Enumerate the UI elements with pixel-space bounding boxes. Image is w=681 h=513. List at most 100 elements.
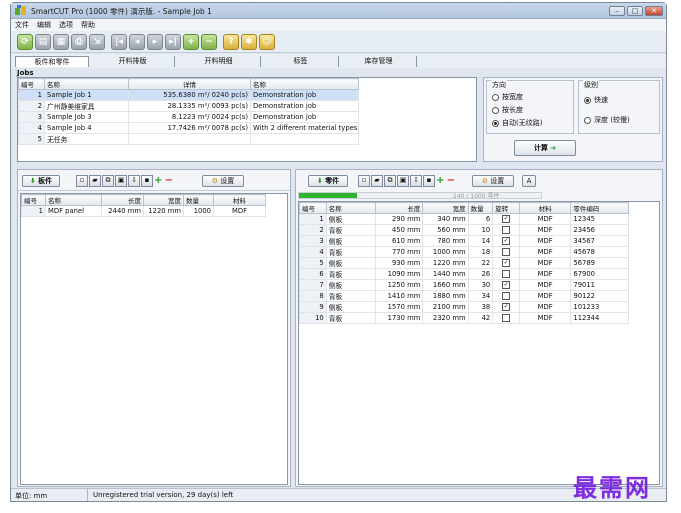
parts-col-id[interactable]: 编号 bbox=[299, 202, 327, 214]
save-disk-icon[interactable]: ▪ bbox=[423, 175, 435, 187]
checkbox-checked-icon[interactable]: ✓ bbox=[502, 215, 511, 223]
table-row[interactable]: 6 背板 1090 mm 1440 mm 26 MDF 67900 bbox=[299, 268, 629, 280]
minimize-button[interactable]: – bbox=[609, 6, 625, 16]
parts-col-code[interactable]: 零件编码 bbox=[570, 202, 629, 214]
tools-icon[interactable]: ✱ bbox=[241, 34, 257, 50]
import-icon[interactable]: ⇩ bbox=[128, 175, 140, 187]
menu-help[interactable]: 帮助 bbox=[81, 20, 95, 30]
new-job-icon[interactable]: ⟳ bbox=[17, 34, 33, 50]
paste-icon[interactable]: ▣ bbox=[397, 175, 409, 187]
add-icon[interactable]: + bbox=[436, 175, 444, 186]
boards-panel: ⬇ 板件 ▫ ▰ ⧉ ▣ ⇩ ▪ + − ⚙ 设置 编号 名称 长度 宽度 数量 材料 1M… bbox=[17, 169, 291, 487]
table-row[interactable]: 2 背板 450 mm 560 mm 10 MDF 23456 bbox=[299, 224, 629, 236]
direction-option-width[interactable]: 按宽度 bbox=[492, 92, 523, 102]
parts-col-length[interactable]: 长度 bbox=[375, 202, 424, 214]
watermark-logo: 最需网 bbox=[573, 474, 651, 502]
boards-col-qty[interactable]: 数量 bbox=[183, 194, 214, 206]
open-folder-icon[interactable]: ▰ bbox=[371, 175, 383, 187]
parts-header-button[interactable]: ⬇ 零件 bbox=[308, 175, 348, 187]
new-doc-icon[interactable]: ▫ bbox=[76, 175, 88, 187]
info-icon[interactable]: ☺ bbox=[259, 34, 275, 50]
menu-file[interactable]: 文件 bbox=[15, 20, 29, 30]
save-icon[interactable]: ▦ bbox=[53, 34, 69, 50]
tab-inventory[interactable]: 库存管理 bbox=[341, 56, 417, 67]
tab-boards-parts[interactable]: 板件和零件 bbox=[15, 56, 89, 67]
font-button[interactable]: A bbox=[522, 175, 536, 187]
boards-col-id[interactable]: 编号 bbox=[21, 194, 46, 206]
copy-icon[interactable]: ⧉ bbox=[384, 175, 396, 187]
delete-record-icon[interactable]: − bbox=[201, 34, 217, 50]
table-row[interactable]: 7 侧板 1250 mm 1660 mm 30 ✓ MDF 79011 bbox=[299, 279, 629, 291]
paste-icon[interactable]: ▣ bbox=[115, 175, 127, 187]
direction-option-length[interactable]: 按长度 bbox=[492, 105, 523, 115]
boards-col-width[interactable]: 宽度 bbox=[143, 194, 184, 206]
menu-edit[interactable]: 编辑 bbox=[37, 20, 51, 30]
table-row[interactable]: 4 背板 770 mm 1000 mm 18 MDF 45678 bbox=[299, 246, 629, 258]
parts-col-material[interactable]: 材料 bbox=[518, 202, 572, 214]
boards-col-material[interactable]: 材料 bbox=[213, 194, 266, 206]
level-option-deep[interactable]: 深度 (较慢) bbox=[584, 115, 630, 125]
last-record-icon[interactable]: ▸| bbox=[165, 34, 181, 50]
new-doc-icon[interactable]: ▫ bbox=[358, 175, 370, 187]
checkbox-checked-icon[interactable]: ✓ bbox=[502, 303, 511, 311]
checkbox-icon[interactable] bbox=[502, 248, 511, 256]
boards-header-button[interactable]: ⬇ 板件 bbox=[22, 175, 60, 187]
export-icon[interactable]: ⇲ bbox=[89, 34, 105, 50]
first-record-icon[interactable]: |◂ bbox=[111, 34, 127, 50]
table-row[interactable]: 1 Sample Job 1 535.6380 m²/ 0240 pc(s) Demo… bbox=[18, 89, 359, 101]
table-row[interactable]: 8 背板 1410 mm 1880 mm 34 MDF 90122 bbox=[299, 290, 629, 302]
save-disk-icon[interactable]: ▪ bbox=[141, 175, 153, 187]
menu-options[interactable]: 选项 bbox=[59, 20, 73, 30]
jobs-col-name[interactable]: 名称 bbox=[44, 78, 129, 90]
title-bar[interactable]: SmartCUT Pro (1000 零件) 演示版. - Sample Job… bbox=[11, 3, 666, 19]
checkbox-icon[interactable] bbox=[502, 270, 511, 278]
add-record-icon[interactable]: + bbox=[183, 34, 199, 50]
open-folder-icon[interactable]: ▰ bbox=[89, 175, 101, 187]
parts-settings-button[interactable]: ⚙ 设置 bbox=[472, 175, 514, 187]
table-row[interactable]: 5 无任务 bbox=[18, 133, 359, 145]
help-icon[interactable]: ? bbox=[223, 34, 239, 50]
maximize-button[interactable]: □ bbox=[627, 6, 643, 16]
copy-icon[interactable]: ⧉ bbox=[102, 175, 114, 187]
print-icon[interactable]: ⎙ bbox=[71, 34, 87, 50]
remove-icon[interactable]: − bbox=[447, 175, 455, 186]
checkbox-checked-icon[interactable]: ✓ bbox=[502, 281, 511, 289]
level-option-fast[interactable]: 快速 bbox=[584, 95, 608, 105]
checkbox-checked-icon[interactable]: ✓ bbox=[502, 259, 511, 267]
next-record-icon[interactable]: ▸ bbox=[147, 34, 163, 50]
prev-record-icon[interactable]: ◂ bbox=[129, 34, 145, 50]
table-row[interactable]: 9 侧板 1570 mm 2100 mm 38 ✓ MDF 101233 bbox=[299, 301, 629, 313]
calculate-button[interactable]: 计算 ➜ bbox=[514, 140, 576, 156]
tab-cutting-details[interactable]: 开料明细 bbox=[177, 56, 261, 67]
import-icon[interactable]: ⇩ bbox=[410, 175, 422, 187]
table-row[interactable]: 2 广州静美维家具 28.1335 m²/ 0093 pc(s) Demonstrat… bbox=[18, 100, 359, 112]
table-row[interactable]: 10 背板 1730 mm 2320 mm 42 MDF 112344 bbox=[299, 312, 629, 324]
table-row[interactable]: 3 Sample Job 3 8.1223 m²/ 0024 pc(s) Demons… bbox=[18, 111, 359, 123]
direction-option-auto[interactable]: 自动(无纹路) bbox=[492, 118, 542, 128]
close-button[interactable]: ✕ bbox=[645, 6, 663, 16]
parts-col-qty[interactable]: 数量 bbox=[467, 202, 494, 214]
table-row[interactable]: 4 Sample Job 4 17.7426 m²/ 0078 pc(s) With … bbox=[18, 122, 359, 134]
parts-col-name[interactable]: 名称 bbox=[325, 202, 377, 214]
table-row[interactable]: 1 MDF panel 2440 mm 1220 mm 1000 MDF bbox=[21, 205, 266, 217]
boards-settings-button[interactable]: ⚙ 设置 bbox=[202, 175, 244, 187]
checkbox-icon[interactable] bbox=[502, 226, 511, 234]
table-row[interactable]: 3 侧板 610 mm 780 mm 14 ✓ MDF 34567 bbox=[299, 235, 629, 247]
boards-col-name[interactable]: 名称 bbox=[45, 194, 102, 206]
tab-labels[interactable]: 标签 bbox=[263, 56, 339, 67]
boards-col-length[interactable]: 长度 bbox=[101, 194, 144, 206]
table-row[interactable]: 1 侧板 290 mm 340 mm 6 ✓ MDF 12345 bbox=[299, 213, 629, 225]
parts-col-rotate[interactable]: 旋转 bbox=[492, 202, 520, 214]
checkbox-checked-icon[interactable]: ✓ bbox=[502, 237, 511, 245]
jobs-col-detail[interactable]: 详情 bbox=[128, 78, 251, 90]
parts-col-width[interactable]: 宽度 bbox=[422, 202, 469, 214]
jobs-col-desc[interactable]: 名称 bbox=[250, 78, 359, 90]
tab-cutting-layout[interactable]: 开料排版 bbox=[91, 56, 175, 67]
open-icon[interactable]: ▤ bbox=[35, 34, 51, 50]
checkbox-icon[interactable] bbox=[502, 314, 511, 322]
table-row[interactable]: 5 侧板 930 mm 1220 mm 22 ✓ MDF 56789 bbox=[299, 257, 629, 269]
remove-icon[interactable]: − bbox=[165, 175, 173, 186]
add-icon[interactable]: + bbox=[154, 175, 162, 186]
jobs-col-id[interactable]: 编号 bbox=[18, 78, 45, 90]
checkbox-icon[interactable] bbox=[502, 292, 511, 300]
